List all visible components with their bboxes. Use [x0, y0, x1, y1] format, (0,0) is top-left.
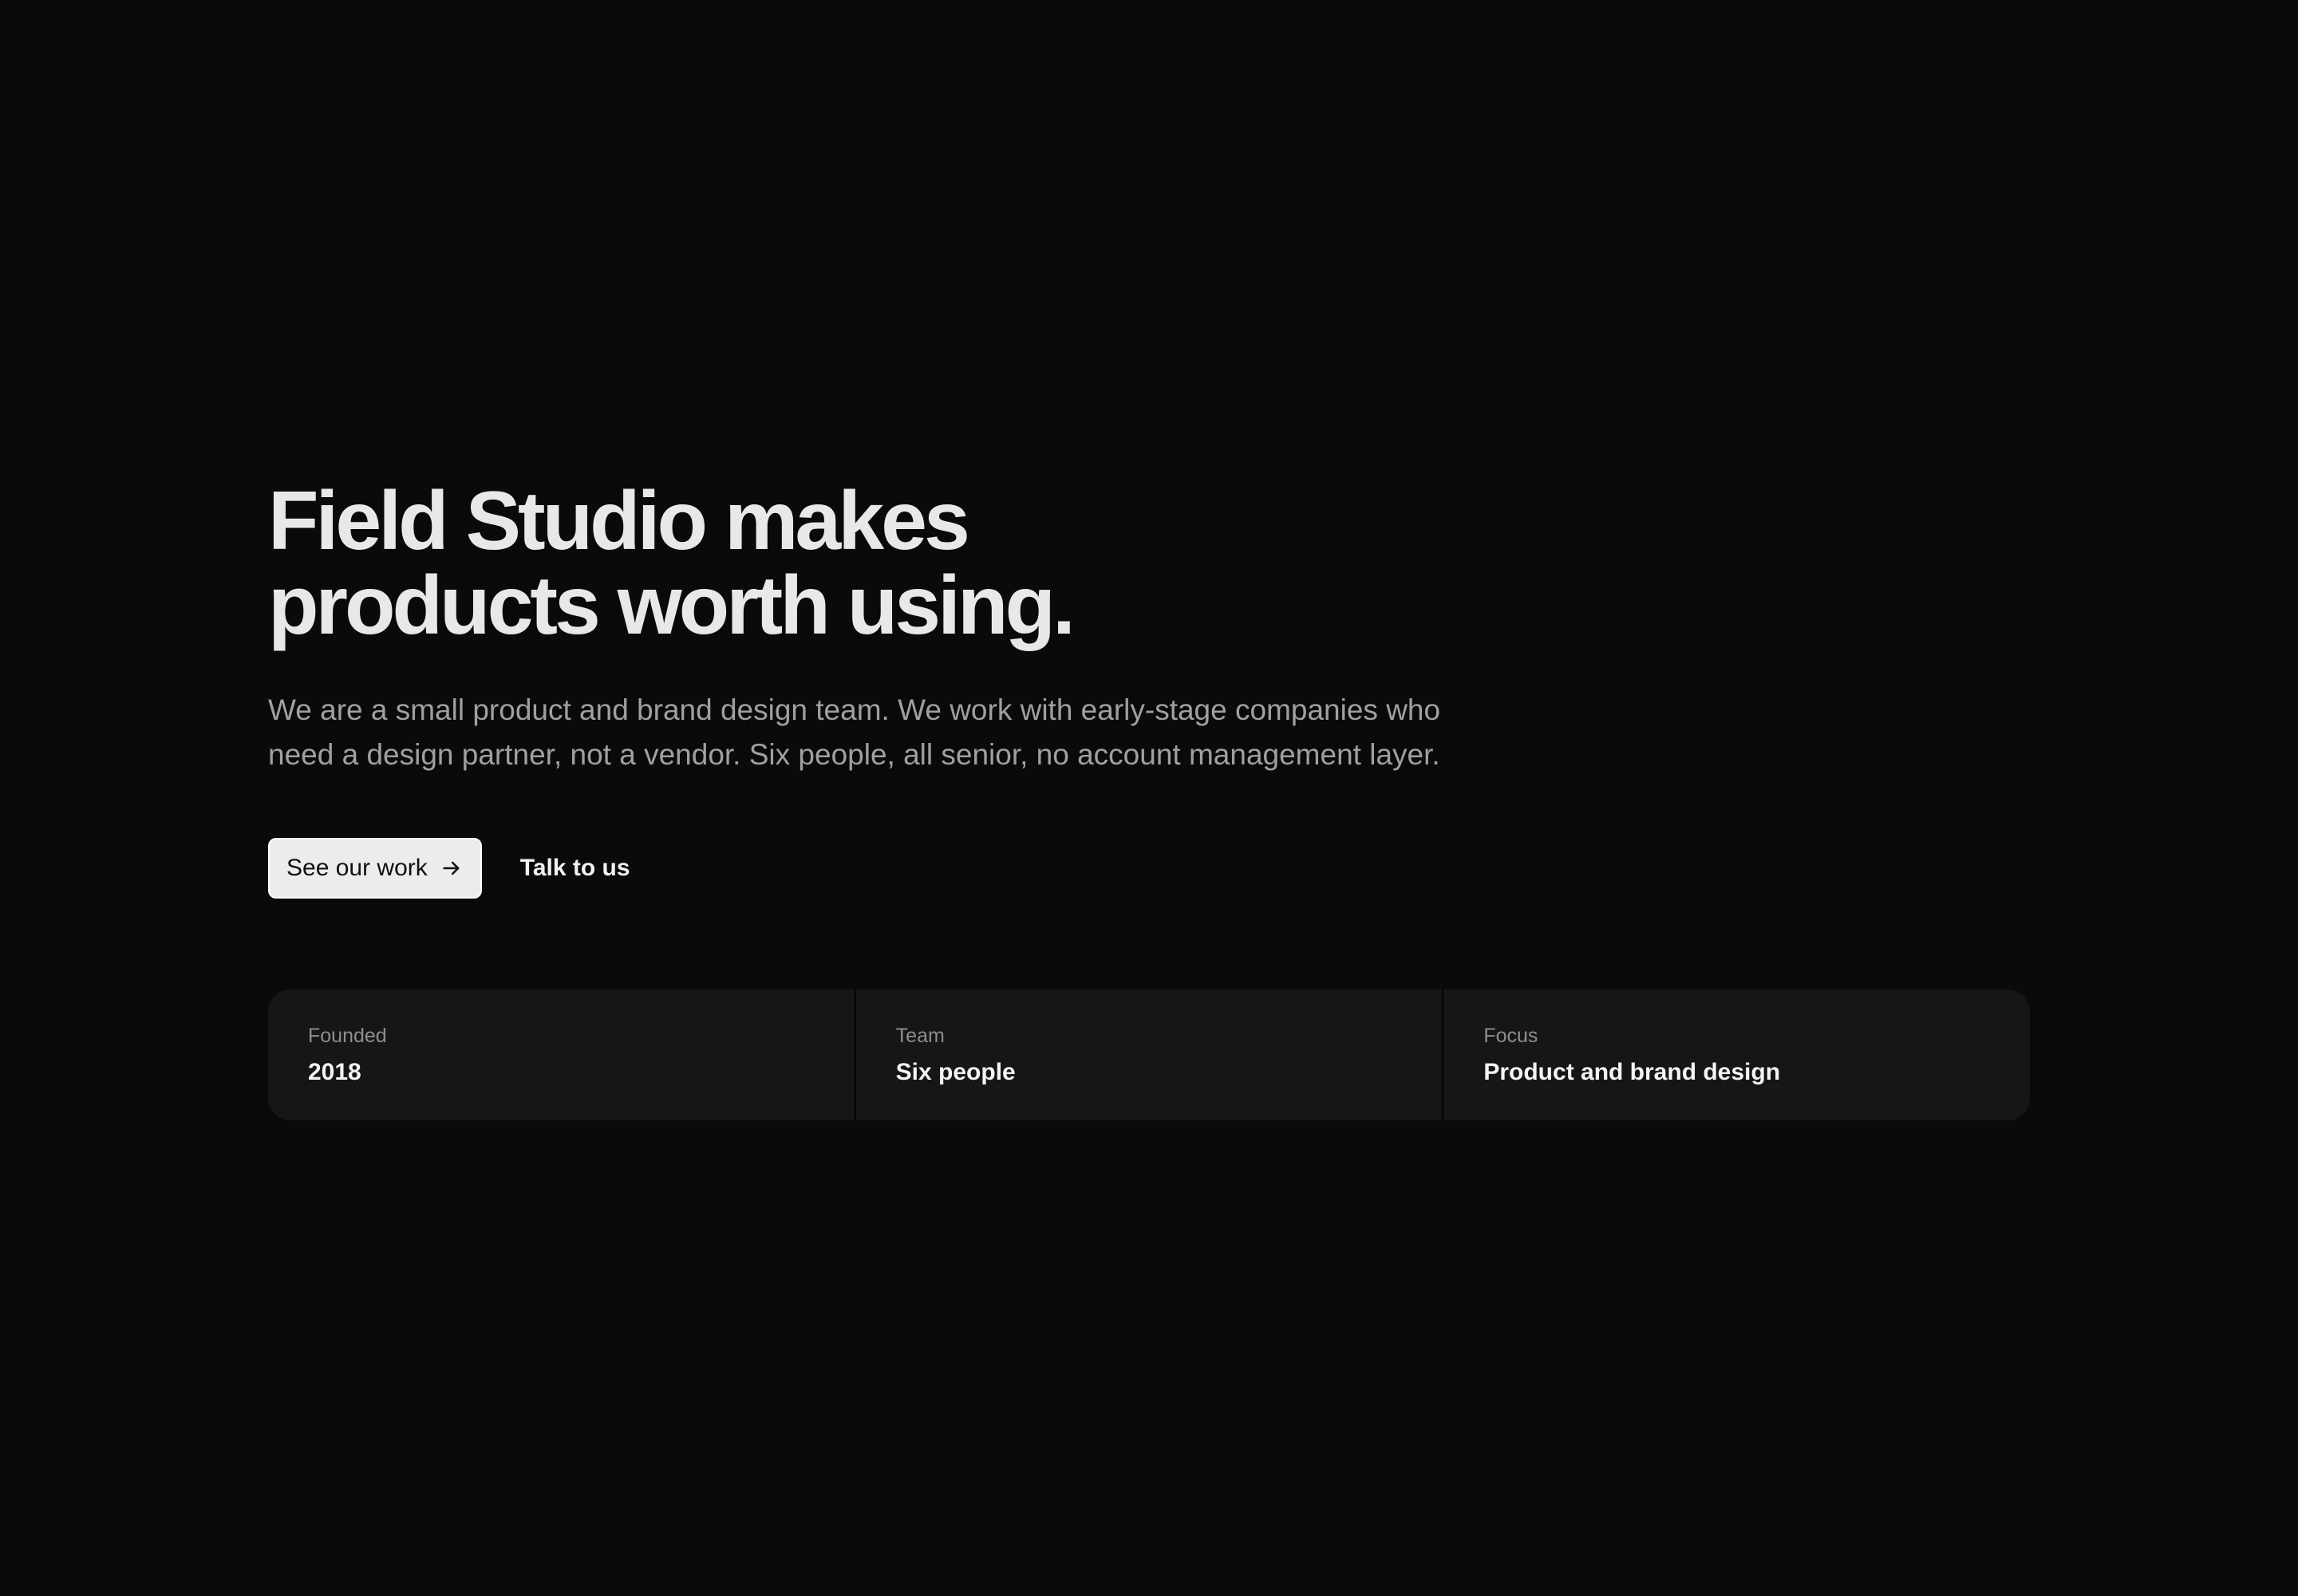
fact-value: Six people: [895, 1059, 1016, 1085]
hero-section: Field Studio makes products worth using.…: [268, 479, 2031, 1120]
talk-to-us-link[interactable]: Talk to us: [520, 855, 630, 882]
fact-focus: Focus Product and brand design: [1442, 990, 2030, 1120]
page-title-line-1: Field Studio makes: [268, 475, 970, 567]
see-our-work-label: See our work: [286, 855, 428, 881]
fact-team: Team Six people: [854, 990, 1443, 1120]
see-our-work-button[interactable]: See our work: [268, 838, 482, 899]
page-title-line-2: products worth using.: [268, 559, 1076, 652]
fact-value: 2018: [308, 1059, 361, 1085]
page-title: Field Studio makes products worth using.: [268, 479, 2031, 648]
fact-label: Founded: [308, 1025, 387, 1047]
fact-label: Team: [895, 1025, 945, 1047]
arrow-right-icon: [440, 857, 463, 879]
fact-founded: Founded 2018: [268, 990, 855, 1120]
hero-description: We are a small product and brand design …: [268, 693, 1441, 771]
fact-value: Product and brand design: [1483, 1059, 1781, 1085]
facts-card: Founded 2018 Team Six people Focus Produ…: [268, 990, 2030, 1120]
cta-row: See our work Talk to us: [268, 838, 2031, 899]
fact-label: Focus: [1483, 1025, 1538, 1047]
